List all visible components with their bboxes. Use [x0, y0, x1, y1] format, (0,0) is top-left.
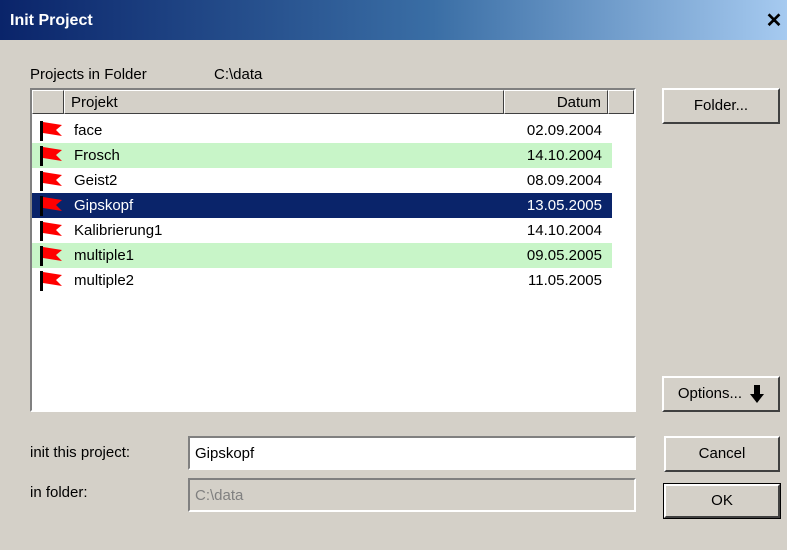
red-flag-icon: [40, 221, 62, 241]
project-date: 11.05.2005: [528, 272, 602, 289]
list-item[interactable]: Kalibrierung1 14.10.2004: [32, 218, 612, 243]
red-flag-icon: [40, 171, 62, 191]
project-date: 08.09.2004: [526, 172, 602, 189]
projects-folder-path: C:\data: [214, 66, 263, 83]
init-project-input[interactable]: [188, 436, 636, 470]
project-date: 09.05.2005: [526, 247, 602, 264]
column-header-project[interactable]: Projekt: [64, 90, 504, 114]
list-item[interactable]: Gipskopf 13.05.2005: [32, 193, 612, 218]
red-flag-icon: [40, 196, 62, 216]
list-item[interactable]: face 02.09.2004: [32, 118, 612, 143]
list-item[interactable]: multiple2 11.05.2005: [32, 268, 612, 293]
list-header: Projekt Datum: [32, 90, 634, 114]
options-button[interactable]: Options...: [662, 376, 780, 412]
arrow-down-icon: [750, 385, 765, 404]
options-button-label: Options...: [677, 385, 743, 402]
list-item[interactable]: Geist2 08.09.2004: [32, 168, 612, 193]
header-icon-column[interactable]: [32, 90, 64, 114]
project-name: multiple1: [74, 247, 135, 264]
red-flag-icon: [40, 271, 62, 291]
close-icon[interactable]: ✕: [763, 10, 785, 32]
red-flag-icon: [40, 121, 62, 141]
list-item[interactable]: Frosch 14.10.2004: [32, 143, 612, 168]
in-folder-label: in folder:: [30, 484, 88, 501]
project-date: 13.05.2005: [526, 197, 602, 214]
cancel-button[interactable]: Cancel: [664, 436, 780, 472]
project-date: 14.10.2004: [526, 147, 602, 164]
project-list[interactable]: Projekt Datum face 02.09.2004 Frosch 14.10.…: [30, 88, 636, 412]
red-flag-icon: [40, 146, 62, 166]
header-filler: [608, 90, 634, 114]
list-item[interactable]: multiple1 09.05.2005: [32, 243, 612, 268]
ok-button[interactable]: OK: [663, 483, 781, 519]
project-name: Frosch: [74, 147, 120, 164]
project-name: Gipskopf: [74, 197, 134, 214]
init-project-label: init this project:: [30, 444, 131, 461]
column-header-date[interactable]: Datum: [504, 90, 608, 114]
project-name: multiple2: [74, 272, 135, 289]
folder-button[interactable]: Folder...: [662, 88, 780, 124]
in-folder-input: [188, 478, 636, 512]
project-date: 14.10.2004: [526, 222, 602, 239]
title-bar[interactable]: Init Project ✕: [0, 0, 787, 40]
projects-in-folder-label: Projects in Folder: [30, 66, 147, 83]
project-name: Geist2: [74, 172, 118, 189]
project-name: face: [74, 122, 103, 139]
project-name: Kalibrierung1: [74, 222, 163, 239]
window-title: Init Project: [10, 12, 93, 29]
red-flag-icon: [40, 246, 62, 266]
project-date: 02.09.2004: [526, 122, 602, 139]
